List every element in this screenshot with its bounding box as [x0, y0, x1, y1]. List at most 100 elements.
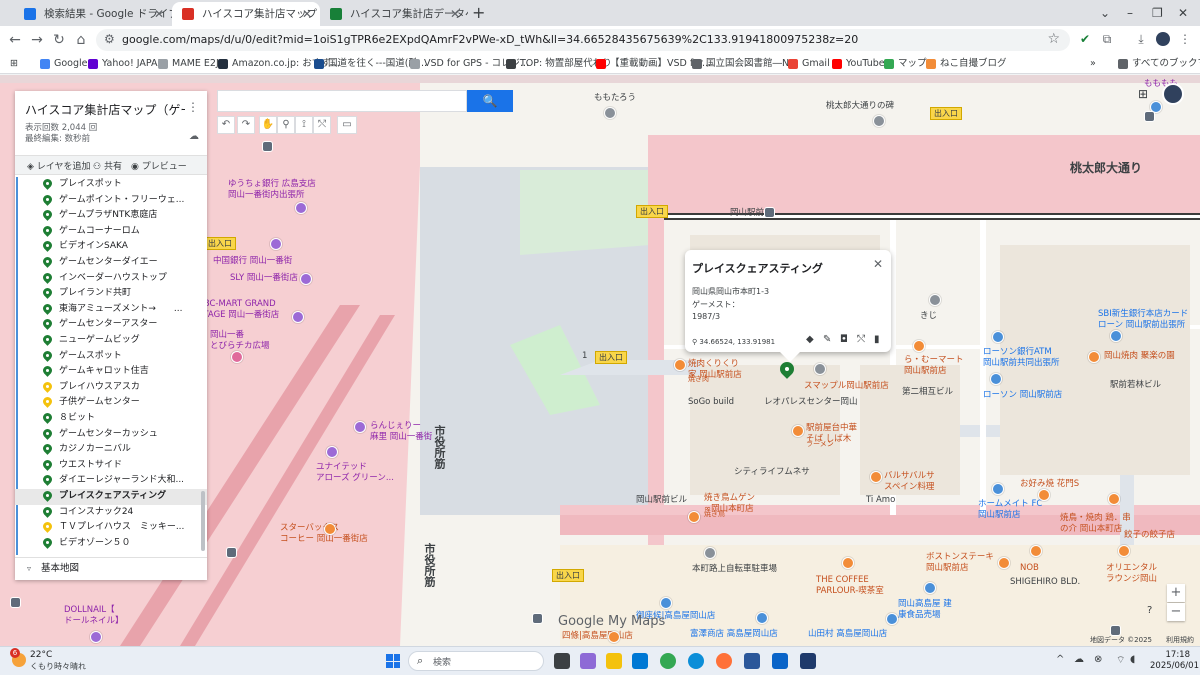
layer-list-item[interactable]: インベーダーハウストップ [15, 271, 207, 287]
restaurant-icon[interactable] [608, 631, 620, 643]
bus-stop-icon[interactable] [764, 207, 775, 218]
onedrive-icon[interactable]: ☁ [1074, 654, 1084, 665]
tab-sheets-database[interactable]: ハイスコア集計店データベース - Goog ✕ [320, 2, 468, 26]
maximize-button[interactable]: ❐ [1152, 2, 1163, 24]
directions-icon[interactable]: ⤲ [313, 116, 331, 134]
map-search-button[interactable]: 🔍 [467, 90, 513, 112]
menu-kebab-icon[interactable]: ⋮ [1178, 32, 1192, 46]
layer-list-item[interactable]: 東海アミューズメント→ ... [15, 302, 207, 318]
style-paint-icon[interactable]: ◆ [806, 334, 814, 345]
forward-icon[interactable]: → [28, 31, 46, 49]
bookmark-star-icon[interactable]: ☆ [1047, 31, 1060, 47]
restaurant-icon[interactable] [1088, 351, 1100, 363]
layer-list-item[interactable]: ビデオゾーン５０ [15, 536, 207, 552]
tab-search-chevron-icon[interactable]: ⌄ [1100, 2, 1110, 24]
system-clock[interactable]: 17:18 2025/06/01 [1150, 650, 1199, 672]
monument-icon[interactable] [873, 115, 885, 127]
shopping-icon[interactable] [292, 311, 304, 323]
landmark-icon[interactable] [604, 107, 616, 119]
restaurant-icon[interactable] [998, 557, 1010, 569]
plaza-icon[interactable] [231, 351, 243, 363]
layer-list-item[interactable]: ゲームセンターダイエー [15, 255, 207, 271]
bus-stop-icon[interactable] [262, 141, 273, 152]
task-view-icon[interactable] [554, 653, 570, 669]
layer-list-item[interactable]: ウエストサイド [15, 458, 207, 474]
hand-icon[interactable]: ✋ [259, 116, 277, 134]
volume-icon[interactable]: ◖ [1130, 654, 1135, 665]
add-marker-icon[interactable]: ⚲ [277, 116, 295, 134]
close-icon[interactable]: ✕ [302, 2, 312, 26]
site-info-icon[interactable]: ⚙ [104, 32, 115, 46]
bank-icon[interactable] [270, 238, 282, 250]
tab-my-maps[interactable]: ハイスコア集計店マップ（ゲーメスト版） ✕ [172, 2, 320, 26]
directions-icon[interactable]: ⤲ [857, 334, 865, 345]
profile-avatar-icon[interactable] [1156, 32, 1170, 46]
more-options-icon[interactable]: ⋮ [187, 100, 199, 114]
copilot-icon[interactable] [580, 653, 596, 669]
close-icon[interactable]: ✕ [873, 257, 883, 271]
layer-list-item[interactable]: ゲームセンターカッシュ [15, 427, 207, 443]
selected-map-pin[interactable] [780, 362, 794, 380]
map-attribution[interactable]: 地図データ ©2025 利用規約 [1090, 635, 1194, 645]
edge-icon[interactable] [688, 653, 704, 669]
extension-check-icon[interactable]: ✔ [1078, 32, 1092, 46]
bank-icon[interactable] [295, 202, 307, 214]
add-layer-button[interactable]: ◈ レイヤを追加 [27, 159, 91, 172]
close-icon[interactable]: ✕ [154, 2, 164, 26]
shopping-icon[interactable] [354, 421, 366, 433]
layer-list-item[interactable]: 子供ゲームセンター [15, 395, 207, 411]
layer-list-item[interactable]: プレイランド共町 [15, 286, 207, 302]
layer-list-item[interactable]: ゲームキャロット住吉 [15, 364, 207, 380]
bookmark-neko[interactable]: ねこ自撮ブログ [926, 57, 1007, 71]
parking-icon[interactable] [704, 547, 716, 559]
store-icon[interactable] [756, 612, 768, 624]
store-icon[interactable] [886, 613, 898, 625]
home-icon[interactable]: ⌂ [72, 31, 90, 49]
preview-button[interactable]: ◉ プレビュー [131, 159, 187, 172]
draw-line-icon[interactable]: ⟟ [295, 116, 313, 134]
restaurant-icon[interactable] [792, 425, 804, 437]
redo-icon[interactable]: ↷ [237, 116, 255, 134]
map-search-input[interactable] [217, 90, 467, 112]
back-icon[interactable]: ← [6, 31, 24, 49]
bus-stop-icon[interactable] [10, 597, 21, 608]
delete-trash-icon[interactable]: ▮ [874, 334, 880, 345]
help-button[interactable]: ? [1147, 605, 1161, 619]
share-button[interactable]: ⚇ 共有 [93, 159, 122, 172]
layer-list-item[interactable]: ダイエーレジャーランド大和... [15, 473, 207, 489]
close-window-button[interactable]: ✕ [1178, 2, 1188, 24]
layer-list-item[interactable]: ゲームプラザNTK恵庭店 [15, 208, 207, 224]
reload-icon[interactable]: ↻ [50, 31, 68, 49]
google-apps-icon[interactable]: ⊞ [1138, 87, 1148, 101]
shopping-icon[interactable] [326, 446, 338, 458]
apps-grid-icon[interactable]: ⊞ [10, 57, 18, 71]
store-icon[interactable] [992, 483, 1004, 495]
restaurant-icon[interactable] [870, 471, 882, 483]
map-canvas[interactable]: 桃太郎大通り 桃太郎大通りの碑 ももたろう 岡山駅前 ゆうちょ銀行 広島支店 岡… [0, 75, 1200, 646]
bookmark-ndl[interactable]: 国立国会図書館―N... [692, 57, 798, 71]
camera-icon[interactable]: ◘ [840, 334, 848, 345]
file-explorer-icon[interactable] [606, 653, 622, 669]
atm-icon[interactable] [992, 331, 1004, 343]
layer-list-item[interactable]: プレイハウスアスカ [15, 380, 207, 396]
bus-stop-icon[interactable] [226, 547, 237, 558]
layer-list-item[interactable]: ビデオインSAKA [15, 239, 207, 255]
bookmark-gmail[interactable]: Gmail [788, 57, 830, 71]
bank-icon[interactable] [1110, 330, 1122, 342]
store-icon[interactable] [660, 597, 672, 609]
cafe-icon[interactable] [324, 523, 336, 535]
layer-list-item[interactable]: カジノカーニバル [15, 442, 207, 458]
layer-list-item[interactable]: コインスナック24 [15, 505, 207, 521]
store-icon[interactable] [814, 363, 826, 375]
app-icon[interactable] [772, 653, 788, 669]
layer-list-item[interactable]: ８ビット [15, 411, 207, 427]
zoom-in-button[interactable]: + [1167, 584, 1185, 602]
new-tab-button[interactable]: + [472, 2, 485, 24]
restaurant-icon[interactable] [688, 511, 700, 523]
download-icon[interactable]: ⤓ [1134, 32, 1148, 46]
bookmark-mame[interactable]: MAME E2J [158, 57, 219, 71]
store-icon[interactable] [924, 582, 936, 594]
panel-scrollbar[interactable] [201, 491, 205, 551]
undo-icon[interactable]: ↶ [217, 116, 235, 134]
layer-list-item[interactable]: ゲームセンターアスター [15, 317, 207, 333]
